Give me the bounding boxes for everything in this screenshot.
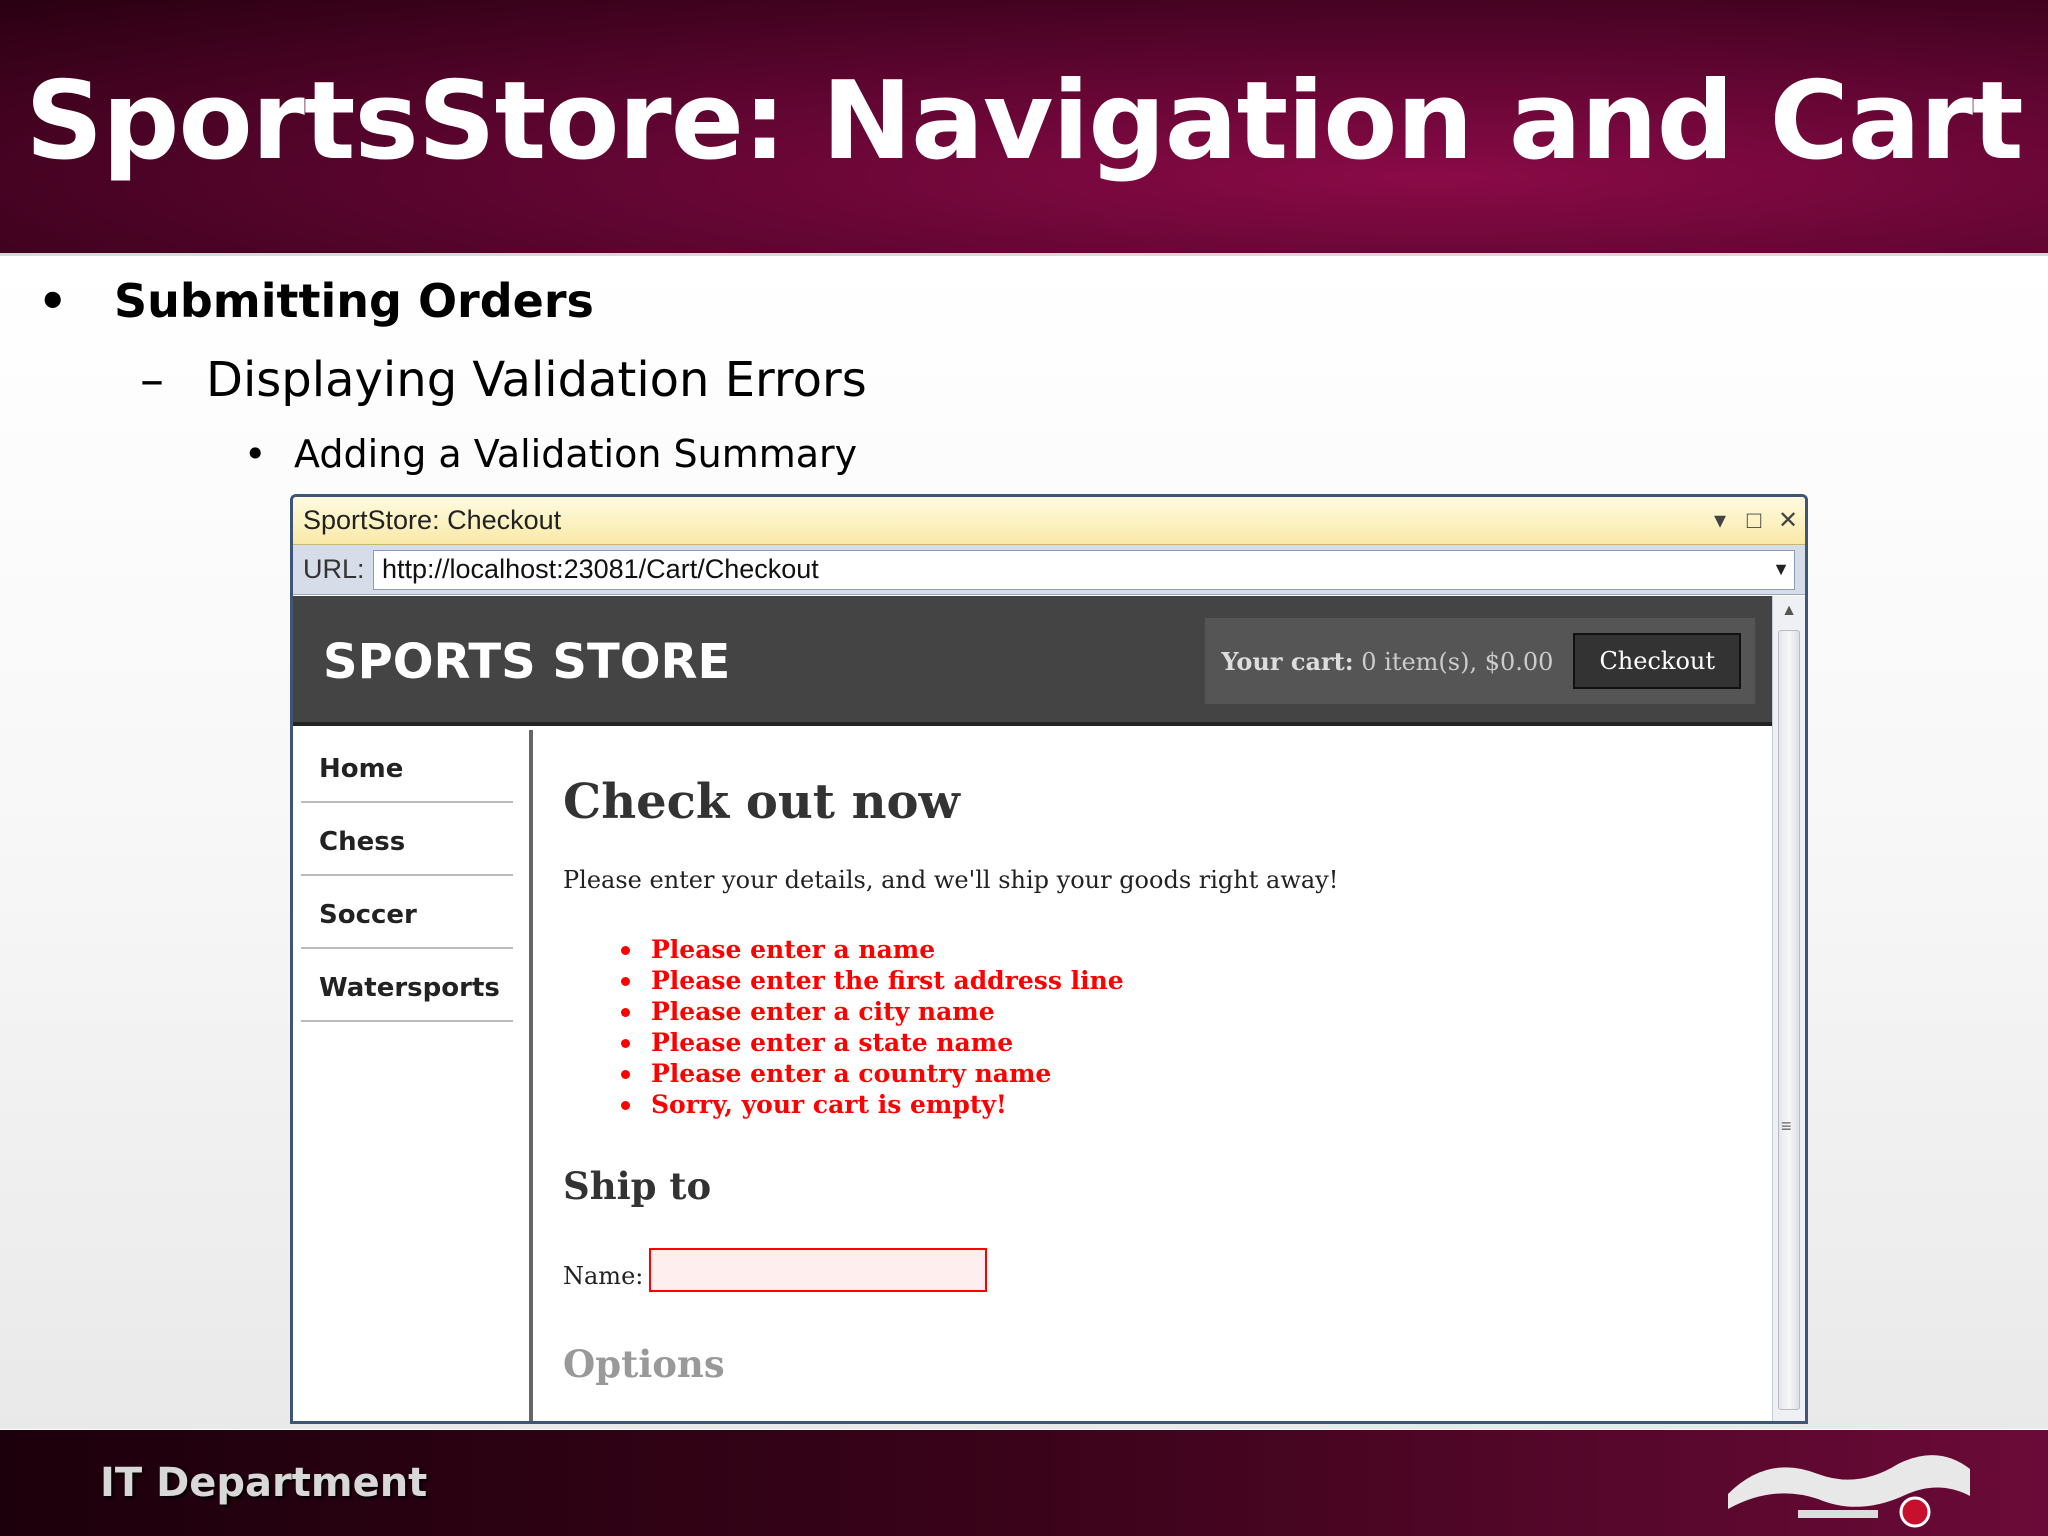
slide-header: SportsStore: Navigation and Cart <box>0 0 2048 256</box>
page-viewport: SPORTS STORE Your cart: 0 item(s), $0.00… <box>293 596 1775 1421</box>
window-title: SportStore: Checkout <box>303 505 562 535</box>
slide-footer: IT Department <box>0 1430 2048 1536</box>
nav-item-soccer[interactable]: Soccer <box>301 876 513 949</box>
nav-item-chess[interactable]: Chess <box>301 803 513 876</box>
bullet-dot: • <box>38 274 68 328</box>
site-header: SPORTS STORE Your cart: 0 item(s), $0.00… <box>293 596 1775 726</box>
validation-error: Please enter a name <box>617 934 1763 965</box>
url-label: URL: <box>303 554 365 584</box>
url-input[interactable]: http://localhost:23081/Cart/Checkout ▼ <box>373 549 1795 590</box>
slide-title: SportsStore: Navigation and Cart <box>25 59 2023 184</box>
url-dropdown-icon[interactable]: ▼ <box>1768 559 1794 580</box>
page-heading: Check out now <box>563 774 960 830</box>
dropdown-arrow-icon[interactable]: ▾ <box>1703 506 1737 535</box>
bullet-dash: – <box>140 352 164 408</box>
validation-error: Sorry, your cart is empty! <box>617 1089 1763 1120</box>
name-label: Name: <box>563 1262 644 1290</box>
scroll-grip-icon: ≡ <box>1781 1116 1792 1136</box>
validation-summary: Please enter a name Please enter the fir… <box>563 934 1763 1120</box>
scrollbar-thumb[interactable] <box>1778 630 1800 1410</box>
intro-text: Please enter your details, and we'll shi… <box>563 866 1339 894</box>
cart-text: Your cart: 0 item(s), $0.00 <box>1221 647 1553 676</box>
bullet-level-2: – Displaying Validation Errors <box>140 352 867 408</box>
bullet-level-1: • Submitting Orders <box>38 274 594 328</box>
footer-text: IT Department <box>100 1460 428 1506</box>
category-nav: Home Chess Soccer Watersports <box>293 730 533 1421</box>
ship-to-heading: Ship to <box>563 1164 712 1208</box>
close-icon[interactable]: ✕ <box>1771 506 1805 535</box>
bullet-l1-text: Submitting Orders <box>114 274 594 328</box>
main-content: Check out now Please enter your details,… <box>563 730 1763 1386</box>
university-logo <box>1728 1455 1970 1528</box>
validation-error: Please enter a country name <box>617 1058 1763 1089</box>
cart-value: 0 item(s), $0.00 <box>1361 647 1554 676</box>
url-text: http://localhost:23081/Cart/Checkout <box>382 554 819 584</box>
name-input[interactable] <box>649 1248 988 1292</box>
url-bar: URL: http://localhost:23081/Cart/Checkou… <box>293 545 1805 595</box>
browser-window: SportStore: Checkout ▾ □ ✕ URL: http://l… <box>290 494 1808 1424</box>
validation-error: Please enter a city name <box>617 996 1763 1027</box>
bullet-l2-text: Displaying Validation Errors <box>206 352 867 408</box>
nav-item-home[interactable]: Home <box>301 730 513 803</box>
bullet-dot: • <box>244 432 267 476</box>
validation-error: Please enter a state name <box>617 1027 1763 1058</box>
scroll-up-icon[interactable]: ▲ <box>1773 596 1805 626</box>
bullet-level-3: • Adding a Validation Summary <box>244 432 857 476</box>
cart-summary: Your cart: 0 item(s), $0.00 Checkout <box>1205 618 1755 704</box>
window-titlebar: SportStore: Checkout ▾ □ ✕ <box>293 497 1805 545</box>
bullet-l3-text: Adding a Validation Summary <box>294 432 858 476</box>
vertical-scrollbar[interactable]: ▲ ≡ <box>1772 596 1805 1421</box>
cart-label: Your cart: <box>1221 646 1354 676</box>
site-logo: SPORTS STORE <box>323 634 731 690</box>
maximize-icon[interactable]: □ <box>1737 507 1771 535</box>
name-row: Name: <box>563 1248 1763 1292</box>
validation-error: Please enter the first address line <box>617 965 1763 996</box>
nav-item-watersports[interactable]: Watersports <box>301 949 513 1022</box>
options-heading: Options <box>563 1342 725 1386</box>
checkout-button[interactable]: Checkout <box>1573 633 1741 689</box>
